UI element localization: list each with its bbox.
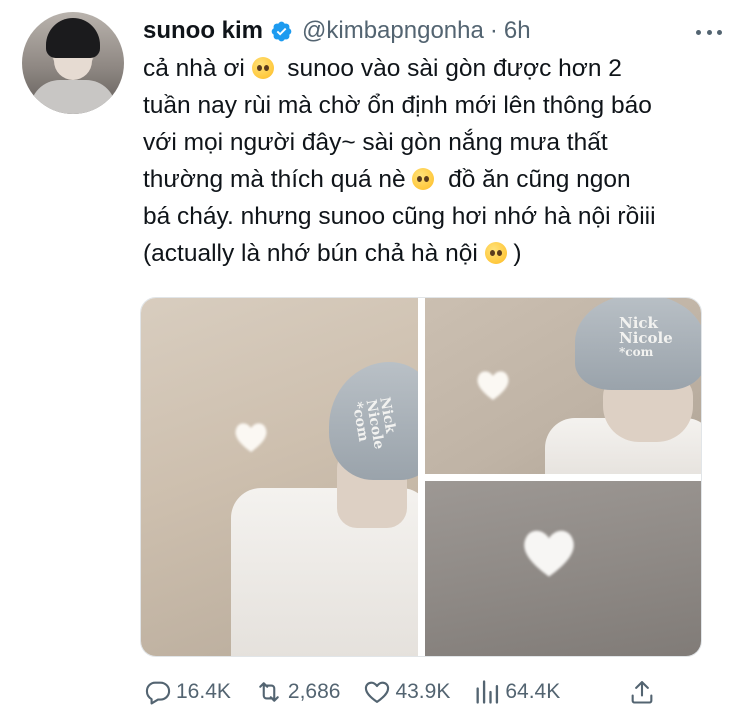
verified-badge-icon [271,21,292,41]
tweet-time[interactable]: 6h [504,17,531,45]
photo-1[interactable]: Nick Nicole *com [141,298,418,656]
heart-light [477,371,509,400]
author-handle[interactable]: @kimbapngonha [302,17,484,45]
tweet-line: cả nhà ơi sunoo vào sài gòn được hơn 2 [143,55,622,82]
heart-light [235,423,267,452]
pleading-face-emoji [251,57,274,79]
heart-light [524,530,574,577]
reply-icon [145,681,171,705]
author-name[interactable]: sunoo kim [143,17,263,45]
photo-3[interactable] [425,481,701,656]
reply-count: 16.4K [176,680,231,703]
more-options-icon[interactable] [696,22,722,42]
views-icon [476,680,499,704]
retweet-count: 2,686 [287,680,341,703]
tweet-line: bá cháy. nhưng sunoo cũng hơi nhớ hà nội… [143,203,656,230]
smiling-face-emoji [484,242,507,264]
action-bar: 16.4K 2,686 43.9K 64.4K [143,676,663,708]
tweet-header: sunoo kim @kimbapngonha · 6h [143,14,531,48]
share-button[interactable] [628,678,656,712]
tweet-line: (actually là nhớ bún chả hà nội ) [143,240,522,267]
avatar-shirt [30,80,116,114]
like-icon [365,681,390,703]
cap-logo: Nick Nicole *com [348,395,399,451]
tweet: sunoo kim @kimbapngonha · 6h cả nhà ơi s… [0,0,750,721]
share-icon [631,681,653,704]
like-button[interactable]: 43.9K [362,678,450,706]
retweet-icon [259,682,279,702]
tweet-line: thường mà thích quá nè đồ ăn cũng ngon [143,166,631,193]
avatar-hair [46,18,100,58]
tweet-line: tuần nay rùi mà chờ ổn định mới lên thôn… [143,92,652,119]
like-count: 43.9K [395,680,451,703]
separator-dot: · [489,17,498,44]
views-count: 64.4K [505,680,561,703]
tweet-line: với mọi người đây~ sài gòn nắng mưa thất [143,129,608,156]
pleading-face-emoji [412,168,435,190]
photo-2[interactable]: Nick Nicole *com [425,298,701,474]
media-grid: Nick Nicole *com Nick Nicole *com [140,297,702,657]
avatar[interactable] [22,12,124,114]
views-button[interactable]: 64.4K [472,678,560,706]
retweet-button[interactable]: 2,686 [253,678,341,706]
cap-logo: Nick Nicole *com [619,314,673,359]
tweet-text: cả nhà ơi sunoo vào sài gòn được hơn 2 t… [143,50,728,272]
reply-button[interactable]: 16.4K [143,678,231,706]
